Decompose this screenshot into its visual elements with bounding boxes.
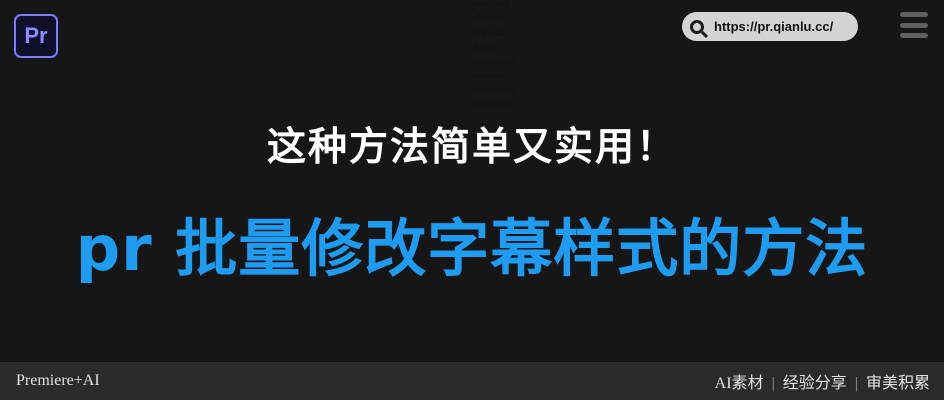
footer-brand: Premiere+AI	[16, 372, 100, 389]
url-text: https://pr.qianlu.cc/	[714, 19, 834, 34]
background-word: pendisse	[472, 0, 510, 10]
background-word: commodo	[472, 55, 516, 68]
footer-separator: |	[854, 375, 858, 392]
footer-tag-experience[interactable]: 经验分享	[783, 375, 847, 392]
background-word: gravida.	[472, 26, 508, 39]
subtitle: 这种方法简单又实用！	[266, 125, 677, 170]
page-title: pr 批量修改字幕样式的方法	[75, 212, 869, 285]
background-word: ultrices	[472, 12, 505, 25]
footer-tags: AI素材 | 经验分享 | 审美积累	[715, 369, 930, 393]
background-word: viverra	[472, 69, 504, 82]
footer-bar: Premiere+AI AI素材 | 经验分享 | 审美积累	[0, 362, 944, 400]
footer-separator: |	[771, 375, 775, 392]
url-search-bar[interactable]: https://pr.qianlu.cc/	[682, 12, 858, 41]
search-icon	[690, 19, 704, 34]
footer-tag-aesthetics[interactable]: 审美积累	[866, 375, 930, 392]
background-word: Risus	[472, 40, 497, 53]
footer-tag-ai-assets[interactable]: AI素材	[715, 375, 764, 392]
menu-icon[interactable]	[900, 12, 928, 38]
background-word: maecenas	[472, 83, 515, 96]
background-word: accumsan	[472, 98, 516, 111]
premiere-logo-icon[interactable]: Pr	[14, 14, 58, 58]
background-text: pendisse ultrices gravida. Risus commodo…	[472, 0, 516, 111]
hero-banner: Pr pendisse ultrices gravida. Risus comm…	[0, 0, 944, 362]
